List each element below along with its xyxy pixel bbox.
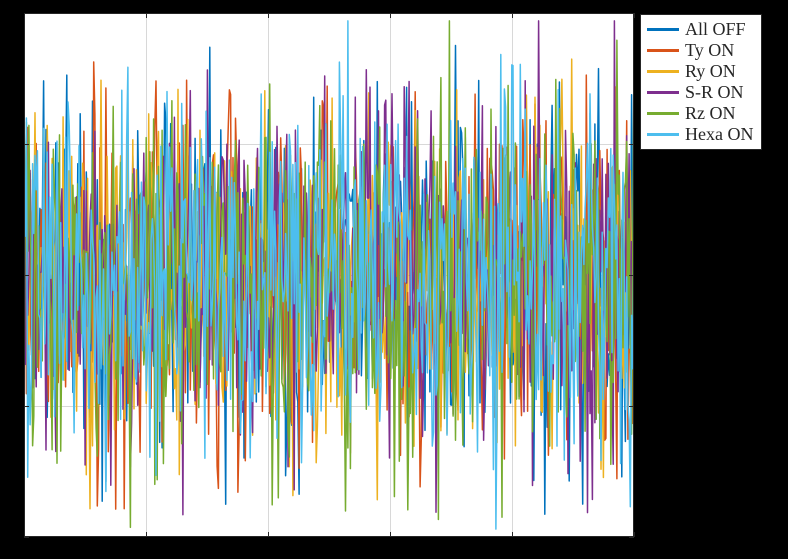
chart-series bbox=[24, 13, 634, 537]
legend-item: Rz ON bbox=[647, 103, 753, 124]
legend-swatch bbox=[647, 112, 679, 115]
legend-item: All OFF bbox=[647, 19, 753, 40]
legend-label: Ty ON bbox=[685, 40, 734, 61]
legend-label: Hexa ON bbox=[685, 124, 753, 145]
legend-swatch bbox=[647, 70, 679, 73]
legend-item: S-R ON bbox=[647, 82, 753, 103]
chart-plot-area bbox=[24, 13, 634, 537]
legend-item: Ry ON bbox=[647, 61, 753, 82]
legend-label: S-R ON bbox=[685, 82, 744, 103]
chart-legend: All OFFTy ONRy ONS-R ONRz ONHexa ON bbox=[640, 14, 762, 150]
legend-swatch bbox=[647, 49, 679, 52]
legend-swatch bbox=[647, 91, 679, 94]
legend-label: Rz ON bbox=[685, 103, 736, 124]
legend-swatch bbox=[647, 133, 679, 136]
legend-swatch bbox=[647, 28, 679, 31]
legend-label: All OFF bbox=[685, 19, 746, 40]
legend-label: Ry ON bbox=[685, 61, 736, 82]
legend-item: Hexa ON bbox=[647, 124, 753, 145]
legend-item: Ty ON bbox=[647, 40, 753, 61]
